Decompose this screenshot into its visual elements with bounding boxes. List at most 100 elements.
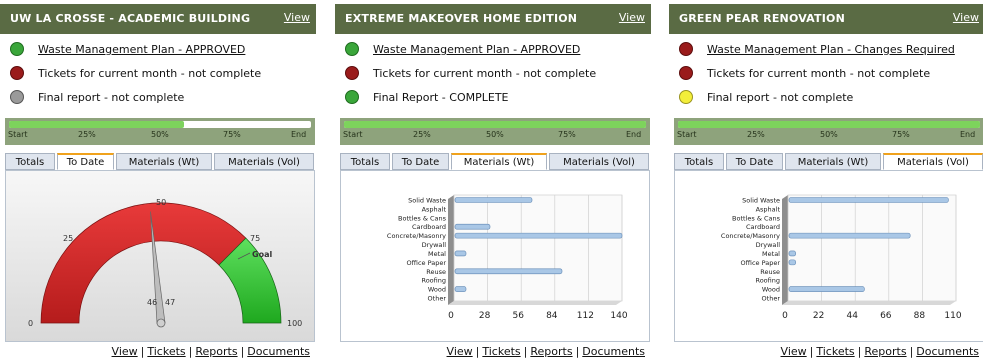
footer-tickets-link[interactable]: Tickets (147, 345, 185, 358)
gauge-tick-100: 100 (287, 319, 302, 328)
progress-label-25: 25% (747, 130, 765, 139)
status-yellow-icon (679, 90, 693, 104)
footer-tickets-link[interactable]: Tickets (482, 345, 520, 358)
footer-separator: | (909, 345, 914, 358)
footer-view-link[interactable]: View (112, 345, 138, 358)
bar (454, 286, 467, 292)
chart-area: 0 25 50 75 100 Goal 46 47 (5, 170, 315, 342)
progress-labels: Start 25% 50% 75% End (8, 130, 312, 142)
y-category-label: Roofing (421, 277, 446, 285)
status-gray-icon (10, 90, 24, 104)
status-waste-plan: Waste Management Plan - APPROVED (345, 40, 645, 60)
plot-area (787, 194, 957, 302)
status-green-icon (345, 42, 359, 56)
waste-plan-link[interactable]: Waste Management Plan - Changes Required (707, 43, 955, 56)
status-final-report: Final report - not complete (679, 88, 979, 108)
footer-documents-link[interactable]: Documents (916, 345, 979, 358)
y-category-label: Metal (428, 250, 446, 258)
footer-reports-link[interactable]: Reports (530, 345, 572, 358)
footer-separator: | (140, 345, 145, 358)
tab-materials-vol[interactable]: Materials (Vol) (883, 153, 983, 170)
footer-documents-link[interactable]: Documents (582, 345, 645, 358)
tab-to-date[interactable]: To Date (392, 153, 449, 170)
y-category-label: Solid Waste (408, 197, 446, 205)
waste-plan-link[interactable]: Waste Management Plan - APPROVED (38, 43, 245, 56)
y-category-label: Bottles & Cans (398, 214, 447, 222)
y-category-label: Concrete/Masonry (721, 232, 780, 240)
materials-bar-chart: 0 28 56 84 112 140 Solid WasteAsphaltBottles &… (387, 194, 628, 321)
progress-bar: Start 25% 50% 75% End (5, 118, 315, 145)
tab-materials-vol[interactable]: Materials (Vol) (549, 153, 649, 170)
tab-materials-wt[interactable]: Materials (Wt) (116, 153, 212, 170)
footer-reports-link[interactable]: Reports (195, 345, 237, 358)
tab-to-date[interactable]: To Date (57, 153, 114, 170)
tab-totals[interactable]: Totals (340, 153, 390, 170)
panel-view-link[interactable]: View (284, 11, 310, 24)
progress-bar: Start 25% 50% 75% End (674, 118, 983, 145)
panel-view-link[interactable]: View (619, 11, 645, 24)
waste-plan-link[interactable]: Waste Management Plan - APPROVED (373, 43, 580, 56)
gauge-tick-25: 25 (63, 234, 73, 243)
footer-reports-link[interactable]: Reports (864, 345, 906, 358)
progress-track (344, 121, 646, 128)
progress-label-start: Start (343, 130, 363, 139)
progress-fill (678, 121, 980, 128)
tab-totals[interactable]: Totals (674, 153, 724, 170)
y-category-label: Asphalt (756, 205, 781, 213)
chart-tabs: Totals To Date Materials (Wt) Materials … (5, 153, 315, 171)
y-category-label: Reuse (760, 268, 780, 276)
bar (454, 223, 491, 230)
footer-tickets-link[interactable]: Tickets (816, 345, 854, 358)
status-red-icon (345, 66, 359, 80)
y-category-label: Metal (762, 250, 780, 258)
status-waste-plan: Waste Management Plan - APPROVED (10, 40, 310, 60)
footer-documents-link[interactable]: Documents (247, 345, 310, 358)
tab-materials-wt[interactable]: Materials (Wt) (785, 153, 881, 170)
progress-label-50: 50% (151, 130, 169, 139)
bar (788, 232, 911, 239)
project-panel-green-pear: GREEN PEAR RENOVATION View Waste Managem… (669, 0, 983, 363)
final-report-status-text: Final report - not complete (38, 91, 185, 104)
status-waste-plan: Waste Management Plan - Changes Required (679, 40, 979, 60)
progress-label-50: 50% (820, 130, 838, 139)
y-category-label: Roofing (755, 277, 780, 285)
tab-totals[interactable]: Totals (5, 153, 55, 170)
progress-label-start: Start (677, 130, 697, 139)
panel-title: GREEN PEAR RENOVATION (679, 12, 845, 25)
y-category-label: Drywall (422, 241, 447, 249)
project-panel-uw-la-crosse: UW LA CROSSE - ACADEMIC BUILDING View Wa… (0, 0, 316, 363)
y-category-label: Cardboard (746, 223, 780, 231)
bar (454, 250, 467, 257)
project-panel-extreme-makeover: EXTREME MAKEOVER HOME EDITION View Waste… (335, 0, 651, 363)
x-tick-label: 28 (479, 311, 491, 321)
footer-view-link[interactable]: View (781, 345, 807, 358)
x-tick-label: 56 (512, 311, 524, 321)
bar (788, 259, 796, 266)
progress-label-end: End (626, 130, 642, 139)
footer-view-link[interactable]: View (447, 345, 473, 358)
tab-materials-wt[interactable]: Materials (Wt) (451, 153, 547, 170)
y-category-label: Wood (762, 286, 780, 294)
y-category-label: Other (762, 295, 781, 303)
footer-separator: | (809, 345, 814, 358)
gauge-needle-label-47: 47 (165, 298, 175, 307)
status-final-report: Final report - not complete (10, 88, 310, 108)
y-category-label: Concrete/Masonry (387, 232, 446, 240)
footer-separator: | (188, 345, 193, 358)
status-final-report: Final Report - COMPLETE (345, 88, 645, 108)
axis-wall (448, 195, 454, 305)
tab-to-date[interactable]: To Date (726, 153, 783, 170)
progress-label-25: 25% (78, 130, 96, 139)
panel-view-link[interactable]: View (953, 11, 979, 24)
y-category-label: Reuse (426, 268, 446, 276)
gauge-goal-label: Goal (252, 250, 272, 259)
final-report-status-text: Final Report - COMPLETE (373, 91, 509, 104)
bar (454, 197, 533, 203)
status-red-icon (679, 42, 693, 56)
tab-materials-vol[interactable]: Materials (Vol) (214, 153, 314, 170)
gauge-chart: 0 25 50 75 100 Goal 46 47 (6, 171, 314, 341)
x-tick-label: 112 (577, 311, 594, 321)
panel-header: EXTREME MAKEOVER HOME EDITION View (335, 4, 651, 34)
gauge-tick-0: 0 (28, 319, 33, 328)
final-report-status-text: Final report - not complete (707, 91, 854, 104)
